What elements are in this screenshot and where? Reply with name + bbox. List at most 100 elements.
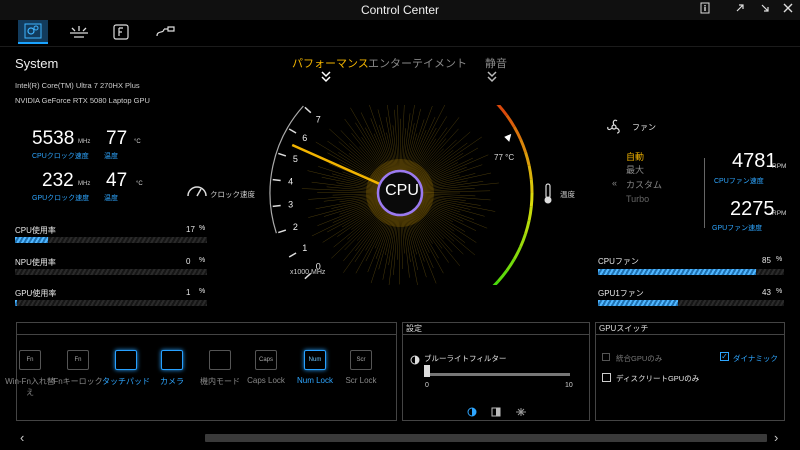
fan-mode-turbo[interactable]: Turbo bbox=[626, 194, 649, 204]
usage-bar bbox=[15, 237, 207, 243]
mode-performance[interactable]: パフォーマンス bbox=[292, 55, 369, 71]
keys-panel-header bbox=[17, 323, 396, 335]
gpu-fan-rpm-unit: RPM bbox=[772, 210, 787, 217]
gauge-tick-label: 1 bbox=[302, 243, 307, 253]
temperature-arc-segment bbox=[513, 246, 522, 260]
cpu-fan-bar-unit: % bbox=[776, 256, 783, 263]
cpu-temp-label: 温度 bbox=[104, 153, 118, 160]
cpu-clock-value: 5538 bbox=[32, 128, 75, 149]
cpu-temp-value: 77 bbox=[106, 128, 128, 149]
usage-label: GPU使用率 bbox=[15, 289, 57, 298]
cpu-fan-bar-fill bbox=[598, 269, 757, 275]
info-icon[interactable] bbox=[697, 2, 713, 18]
usage-unit: % bbox=[199, 288, 206, 295]
gauge-tick bbox=[288, 252, 297, 258]
gpu-fan-rpm: 2275 bbox=[730, 198, 775, 220]
gpu-temp-label: 温度 bbox=[104, 195, 118, 202]
cpu-temp-unit: °C bbox=[134, 139, 141, 145]
gpu-fan-label: GPUファン速度 bbox=[712, 225, 763, 232]
gpu-switch-title: GPUスイッチ bbox=[596, 323, 784, 335]
key-toggle[interactable]: Num bbox=[304, 350, 326, 370]
key-toggle[interactable]: Caps bbox=[255, 350, 277, 370]
gauge-tick bbox=[288, 128, 297, 134]
gpu-clock-label: GPUクロック速度 bbox=[32, 195, 90, 202]
cpu-clock-label: CPUクロック速度 bbox=[32, 153, 89, 160]
key-caption: Scr bbox=[356, 357, 366, 363]
key-toggle[interactable]: Fn bbox=[19, 350, 41, 370]
discrete-checkbox[interactable] bbox=[602, 373, 611, 382]
keyboard-icon[interactable] bbox=[106, 20, 136, 44]
cpu-fan-label: CPUファン速度 bbox=[714, 178, 764, 185]
bluelight-slider[interactable] bbox=[427, 373, 570, 376]
dynamic-checkbox[interactable]: ✓ bbox=[720, 352, 729, 361]
display-icon[interactable] bbox=[64, 20, 94, 44]
minimize-icon[interactable] bbox=[757, 2, 773, 18]
key-toggle[interactable]: Scr bbox=[350, 350, 372, 370]
key-toggle[interactable]: Fn bbox=[67, 350, 89, 370]
temperature-arc-segment bbox=[529, 192, 534, 207]
fan-mode-auto[interactable]: 自動 bbox=[626, 150, 644, 163]
usage-bar-fill bbox=[15, 300, 17, 306]
temperature-arc-segment bbox=[505, 114, 516, 128]
temperature-label: 温度 bbox=[560, 190, 575, 199]
display-mode-icon[interactable] bbox=[467, 404, 477, 422]
usage-bar-fill bbox=[15, 237, 48, 243]
usage-label: CPU使用率 bbox=[15, 226, 56, 235]
gpu-fan-bar-fill bbox=[598, 300, 678, 306]
close-icon[interactable] bbox=[780, 2, 796, 18]
gpu-fan-bar-value: 43 bbox=[762, 288, 771, 297]
gpu-temp-value: 47 bbox=[106, 170, 128, 191]
chevron-down-icon bbox=[321, 70, 331, 88]
brightness-icon[interactable] bbox=[515, 404, 527, 422]
gpu-fan-bar-label: GPU1ファン bbox=[598, 289, 644, 298]
gauge-scale-arc bbox=[269, 105, 304, 234]
gauge-tick-label: 5 bbox=[293, 154, 298, 164]
mode-selector: パフォーマンス エンターテイメント 静音 bbox=[280, 55, 520, 71]
fan-title: ファン bbox=[632, 123, 656, 132]
connection-icon[interactable] bbox=[150, 20, 180, 44]
mode-silent[interactable]: 静音 bbox=[485, 55, 507, 71]
bluelight-icon bbox=[410, 352, 420, 370]
temperature-arc-segment bbox=[519, 138, 527, 153]
gpu-name: NVIDIA GeForce RTX 5080 Laptop GPU bbox=[15, 96, 150, 105]
key-label: Scr Lock bbox=[345, 376, 377, 385]
temperature-arc-segment bbox=[524, 151, 531, 166]
temperature-arc-segment bbox=[496, 105, 509, 117]
gpu-clock-value: 232 bbox=[42, 170, 74, 191]
discrete-label: ディスクリートGPUのみ bbox=[616, 374, 700, 383]
top-navigation bbox=[0, 20, 800, 46]
key-toggle[interactable] bbox=[161, 350, 183, 370]
slider-min: 0 bbox=[425, 382, 429, 389]
key-caption: Caps bbox=[258, 357, 273, 363]
key-toggle[interactable] bbox=[115, 350, 137, 370]
temperature-arc-segment bbox=[527, 206, 533, 221]
gpu-switch-panel: GPUスイッチ bbox=[595, 322, 785, 421]
system-icon[interactable] bbox=[18, 20, 48, 44]
fan-mode-max[interactable]: 最大 bbox=[626, 163, 644, 176]
scroll-right-icon[interactable]: › bbox=[774, 430, 778, 445]
restore-icon[interactable] bbox=[732, 2, 748, 18]
keys-panel bbox=[16, 322, 397, 421]
cpu-name: Intel(R) Core(TM) Ultra 7 270HX Plus bbox=[15, 81, 140, 90]
gauge-tick bbox=[272, 204, 281, 208]
gauge-center-label: CPU bbox=[385, 182, 419, 199]
dynamic-label: ダイナミック bbox=[733, 354, 778, 363]
temperature-arc-segment bbox=[513, 126, 522, 140]
temperature-marker bbox=[504, 133, 512, 142]
key-toggle[interactable] bbox=[209, 350, 231, 370]
integrated-checkbox[interactable] bbox=[602, 353, 610, 361]
mode-entertainment[interactable]: エンターテイメント bbox=[368, 55, 467, 71]
fan-icon bbox=[605, 118, 623, 141]
contrast-icon[interactable] bbox=[491, 404, 501, 422]
usage-bar bbox=[15, 269, 207, 275]
bluelight-slider-handle[interactable] bbox=[424, 365, 430, 377]
cpu-fan-bar-label: CPUファン bbox=[598, 257, 639, 266]
key-caption: Fn bbox=[26, 357, 34, 363]
horizontal-scrollbar[interactable] bbox=[205, 434, 767, 442]
divider bbox=[0, 46, 800, 47]
temperature-arc-segment bbox=[519, 233, 527, 248]
scroll-left-icon[interactable]: ‹ bbox=[20, 430, 24, 445]
cpu-fan-bar bbox=[598, 269, 784, 275]
fan-mode-custom[interactable]: カスタム bbox=[626, 178, 662, 191]
key-caption: Num bbox=[308, 357, 322, 363]
